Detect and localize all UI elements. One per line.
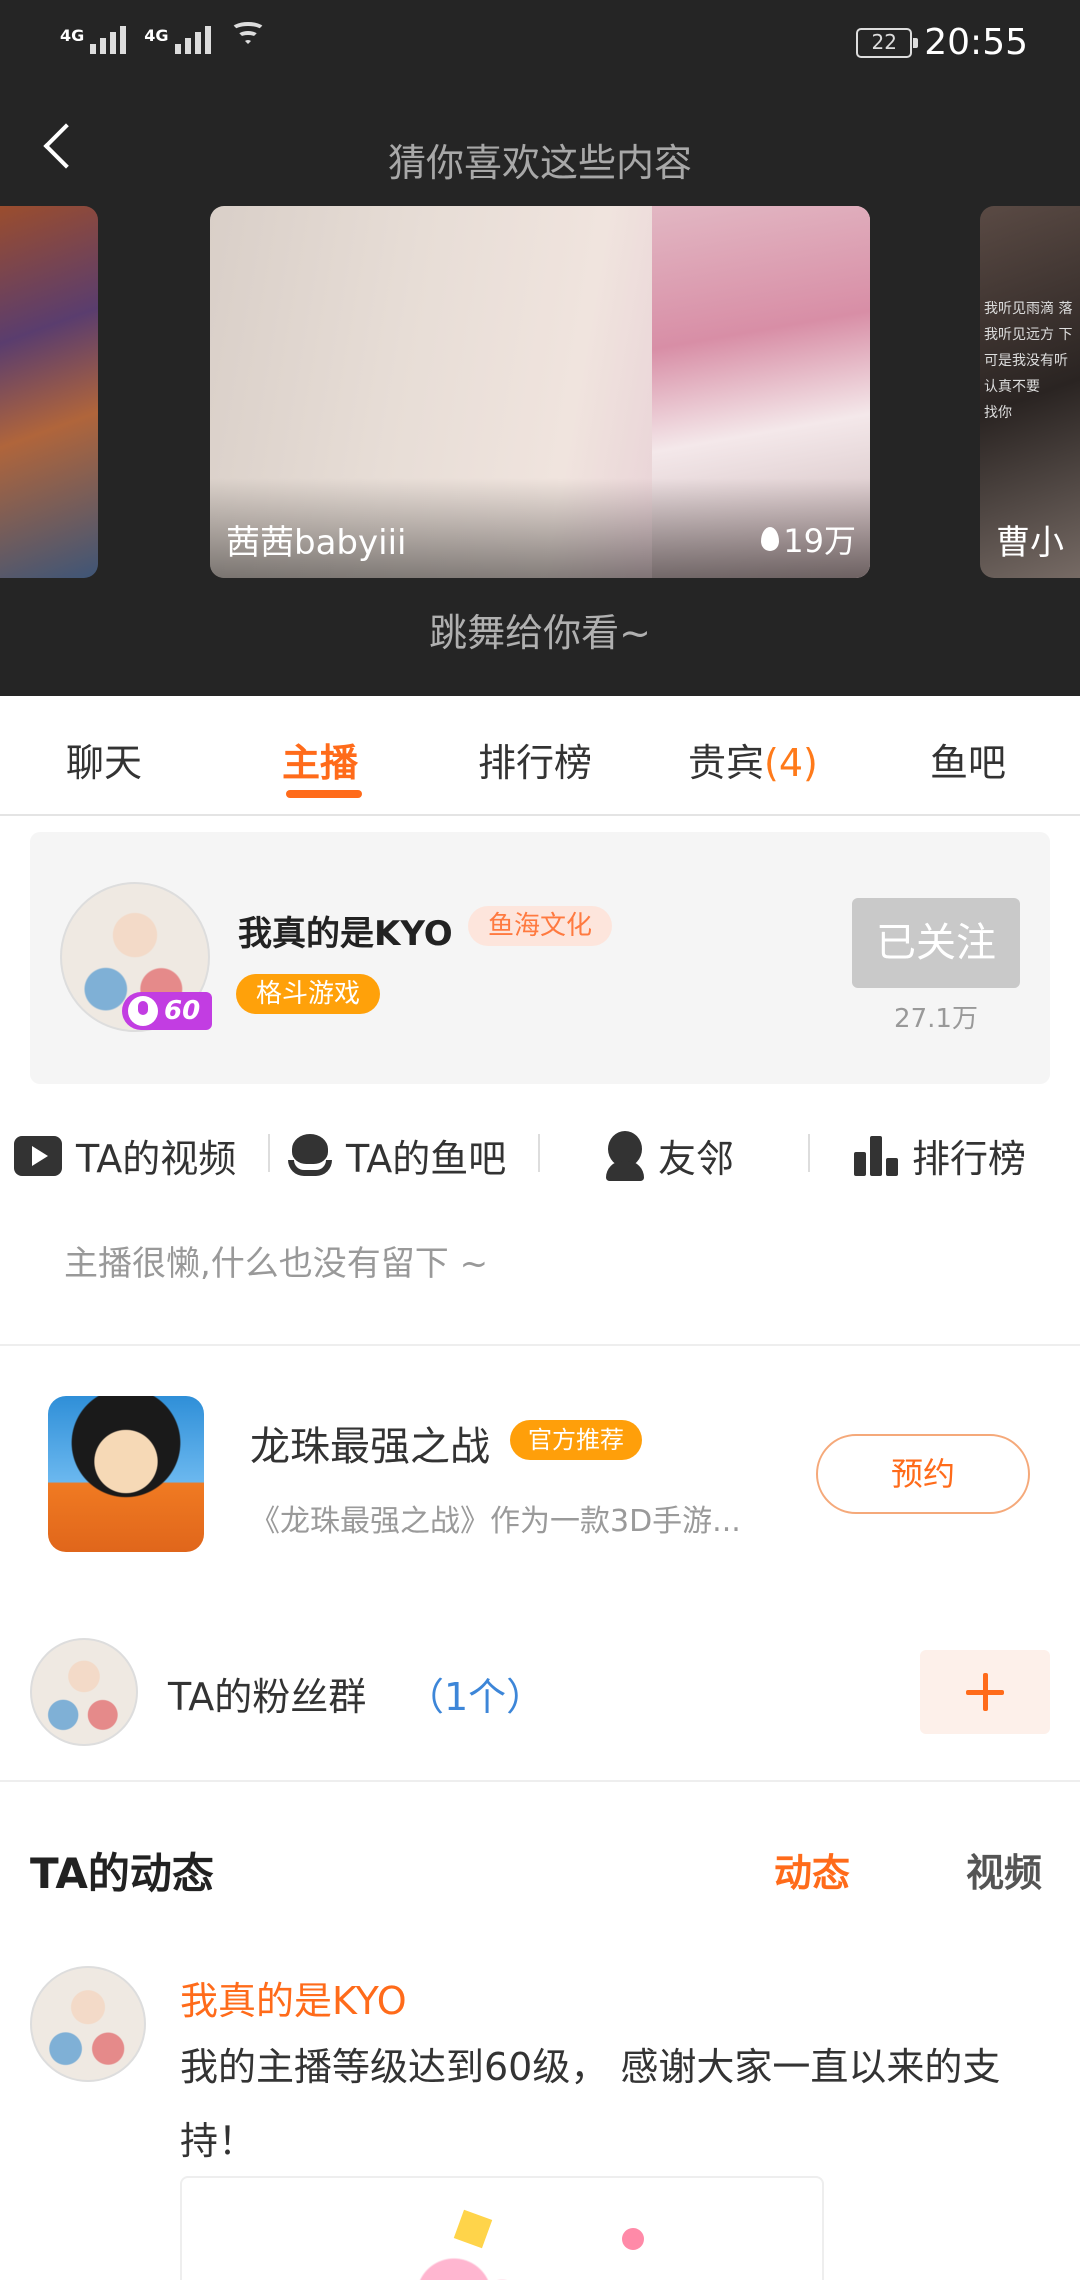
feed-tab-posts[interactable]: 动态 xyxy=(774,1842,850,1897)
fire-icon xyxy=(761,527,780,551)
link-label: 排行榜 xyxy=(912,1137,1027,1181)
level-value: 60 xyxy=(164,996,201,1026)
mic-icon xyxy=(128,996,158,1026)
tab-fish-bar[interactable]: 鱼吧 xyxy=(930,732,1006,787)
post-text: 我的主播等级达到60级， 感谢大家一直以来的支持！ xyxy=(180,2045,1001,2163)
card-streamer-name-next: 曹小 xyxy=(996,523,1064,563)
status-bar: 4G 4G 22 20:55 xyxy=(0,0,1080,90)
anchor-links: TA的视频 TA的鱼吧 友邻 排行榜 xyxy=(0,1120,1080,1186)
tab-active-indicator xyxy=(286,790,362,798)
category-tag[interactable]: 格斗游戏 xyxy=(236,974,381,1014)
card-streamer-name: 茜茜babyiii xyxy=(226,523,407,563)
recommend-card-next[interactable]: 我听见雨滴 落 我听见远方 下 可是我没有听 认真不要 找你 曹小 xyxy=(980,206,1080,578)
fan-group-avatar[interactable] xyxy=(30,1638,138,1746)
official-recommend-tag: 官方推荐 xyxy=(510,1420,642,1460)
link-neighbors[interactable]: 友邻 xyxy=(606,1128,734,1183)
link-ranking[interactable]: 排行榜 xyxy=(854,1128,1026,1183)
tab-vip-label: 贵宾 xyxy=(688,741,765,785)
feed-tab-videos[interactable]: 视频 xyxy=(966,1842,1042,1897)
link-ta-fish-bar[interactable]: TA的鱼吧 xyxy=(288,1128,506,1183)
tab-chat[interactable]: 聊天 xyxy=(66,732,142,787)
card-heat: 19万 xyxy=(761,516,856,562)
card-heat-value: 19万 xyxy=(783,522,856,560)
org-tag[interactable]: 鱼海文化 xyxy=(468,906,613,946)
recommend-caption: 跳舞给你看~ xyxy=(429,611,651,655)
wifi-icon xyxy=(229,22,267,54)
room-tabs: 聊天 主播 排行榜 贵宾(4) 鱼吧 xyxy=(0,696,1080,816)
network-type-2: 4G xyxy=(144,26,169,45)
anchor-description: 主播很懒,什么也没有留下 ~ xyxy=(64,1244,489,1284)
anchor-name: 我真的是KYO xyxy=(238,914,453,954)
anchor-info-card: 60 我真的是KYO 鱼海文化 格斗游戏 已关注 27.1万 xyxy=(30,832,1050,1084)
link-label: 友邻 xyxy=(658,1137,735,1181)
post-image[interactable] xyxy=(180,2176,824,2280)
fan-group-count[interactable]: （1个） xyxy=(406,1666,544,1721)
link-label: TA的视频 xyxy=(76,1137,237,1181)
clock: 20:55 xyxy=(924,22,1028,63)
link-label: TA的鱼吧 xyxy=(346,1137,507,1181)
post-avatar[interactable] xyxy=(30,1966,146,2082)
recommend-card-main[interactable]: 茜茜babyiii 19万 xyxy=(210,206,870,578)
feed-title: TA的动态 xyxy=(30,1849,214,1898)
network-type-1: 4G xyxy=(60,26,85,45)
user-icon xyxy=(606,1130,644,1181)
divider xyxy=(0,1780,1080,1782)
fan-group-label[interactable]: TA的粉丝群 xyxy=(168,1666,366,1721)
link-ta-videos[interactable]: TA的视频 xyxy=(14,1128,236,1183)
tab-ranking[interactable]: 排行榜 xyxy=(478,732,592,787)
fish-bar-icon xyxy=(288,1133,332,1178)
recommend-title: 猜你喜欢这些内容 xyxy=(387,141,692,185)
game-description: 《龙珠最强之战》作为一款3D手游... xyxy=(250,1504,741,1539)
add-fan-group-button[interactable] xyxy=(920,1650,1050,1734)
reserve-button[interactable]: 预约 xyxy=(816,1434,1030,1514)
signal-icon-2: 4G xyxy=(144,26,211,54)
bar-chart-icon xyxy=(854,1135,898,1176)
battery-icon: 22 xyxy=(856,27,919,58)
post-author[interactable]: 我真的是KYO xyxy=(180,1970,407,2025)
video-icon xyxy=(14,1135,62,1176)
game-icon[interactable] xyxy=(48,1396,204,1552)
tab-vip[interactable]: 贵宾(4) xyxy=(688,732,818,787)
recommend-card-prev[interactable] xyxy=(0,206,98,578)
card-overlay-text: 我听见雨滴 落 我听见远方 下 可是我没有听 认真不要 找你 xyxy=(984,301,1073,421)
fans-count: 27.1万 xyxy=(894,1004,978,1034)
divider xyxy=(0,1344,1080,1346)
recommend-header: 4G 4G 22 20:55 猜你喜欢这些内容 茜茜babyiii 19万 我听… xyxy=(0,0,1080,696)
tab-vip-count: (4) xyxy=(764,741,818,785)
game-title[interactable]: 龙珠最强之战 xyxy=(250,1414,490,1472)
tab-anchor[interactable]: 主播 xyxy=(282,732,358,787)
level-badge: 60 xyxy=(122,992,212,1030)
signal-icon: 4G xyxy=(60,26,127,54)
follow-button[interactable]: 已关注 xyxy=(852,898,1020,988)
